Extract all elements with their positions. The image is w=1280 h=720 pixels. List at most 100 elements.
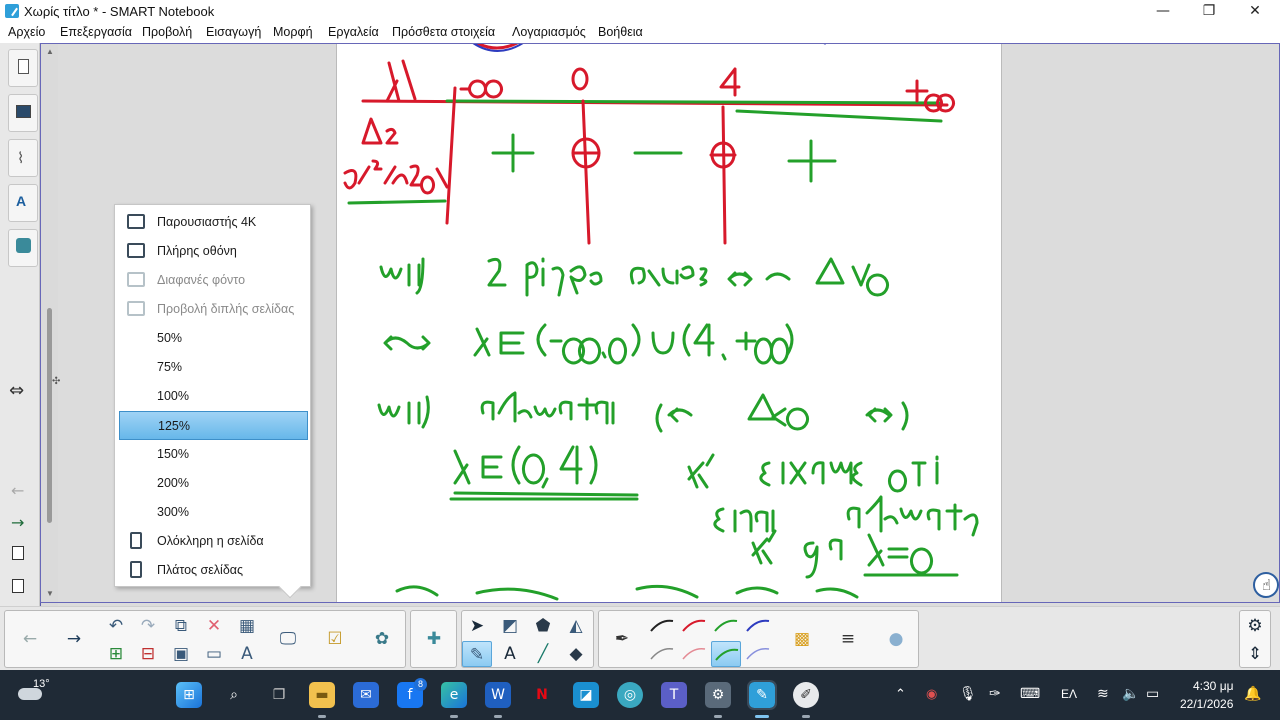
pen-blue-thin[interactable] [743, 613, 773, 639]
table-icon[interactable]: ▦ [232, 613, 262, 639]
notifications-icon[interactable]: 🔔 [1244, 685, 1261, 702]
scroll-up-icon[interactable]: ▲ [46, 47, 54, 56]
shapes-icon[interactable]: ◩ [495, 613, 525, 639]
zoom-item-50[interactable]: 50% [119, 324, 308, 353]
teams-icon[interactable]: T [661, 682, 687, 708]
text-icon[interactable]: A [495, 641, 525, 667]
scroll-thumb[interactable] [47, 308, 52, 523]
file-explorer-icon[interactable]: ▬ [309, 682, 335, 708]
move-toolbar-icon[interactable]: ⇕ [1240, 641, 1270, 667]
wifi-icon[interactable]: ≋ [1097, 685, 1109, 702]
weather-widget[interactable]: 13° [18, 678, 50, 708]
gallery-tab[interactable] [8, 94, 38, 132]
text-recognition-icon[interactable]: A [232, 641, 262, 667]
eraser-icon[interactable]: ◆ [561, 641, 591, 667]
zoom-item-fullscreen[interactable]: Πλήρης οθόνη [119, 237, 308, 266]
polygon-icon[interactable]: ⬟ [528, 613, 558, 639]
minimize-button[interactable]: — [1140, 0, 1186, 23]
zoom-item-100[interactable]: 100% [119, 382, 308, 411]
page-sorter-tab[interactable] [8, 49, 38, 87]
pen-blue-thick[interactable] [743, 641, 773, 667]
smart-notebook-taskbar-icon[interactable]: ✎ [747, 680, 777, 710]
zoom-item-300[interactable]: 300% [119, 498, 308, 527]
pen-type-icon[interactable]: ✒ [607, 626, 637, 652]
app-icon[interactable]: ⚙ [705, 682, 731, 708]
menu-insert[interactable]: Εισαγωγή [206, 25, 261, 39]
security-icon[interactable]: ◉ [926, 686, 937, 702]
response-icon[interactable]: ☑ [320, 626, 350, 652]
zoom-item-125[interactable]: 125% [119, 411, 308, 440]
previous-page-icon[interactable]: ← [15, 626, 45, 652]
pen-app-icon[interactable]: ✐ [793, 682, 819, 708]
open-file-icon[interactable]: ⧉ [166, 613, 196, 639]
word-icon[interactable]: W [485, 682, 511, 708]
pen-black-thin[interactable] [647, 613, 677, 639]
delete-page-icon[interactable]: ⊟ [133, 641, 163, 667]
clock-time[interactable]: 4:30 μμ [1193, 679, 1234, 693]
menu-tools[interactable]: Εργαλεία [328, 25, 379, 39]
add-page-icon[interactable] [12, 546, 24, 560]
color-palette-icon[interactable]: ▩ [787, 626, 817, 652]
save-icon[interactable]: ▣ [166, 641, 196, 667]
pen-black-thick[interactable] [647, 641, 677, 667]
volume-icon[interactable]: 🔈 [1122, 685, 1139, 702]
settings-gear-icon[interactable]: ⚙ [1240, 613, 1270, 639]
pen-menu-icon[interactable]: ✑ [989, 685, 1001, 702]
menu-format[interactable]: Μορφή [273, 25, 313, 39]
forward-arrow-icon[interactable]: → [11, 513, 24, 532]
resize-handle-icon[interactable]: ✣ [52, 376, 60, 387]
outlook-icon[interactable]: ✉ [353, 682, 379, 708]
next-page-icon[interactable]: → [59, 626, 89, 652]
pen-green-thick[interactable] [711, 641, 741, 667]
display-options-icon[interactable]: 🖵 [273, 626, 303, 652]
start-windows-icon[interactable]: ⊞ [176, 682, 202, 708]
select-icon[interactable]: ➤ [462, 613, 492, 639]
sidebar-scrollbar[interactable]: ▲ ▼ [40, 43, 58, 606]
maximize-button[interactable]: ❐ [1186, 0, 1232, 23]
show-hidden-icons-icon[interactable]: ⌃ [895, 686, 906, 702]
menu-account[interactable]: Λογαριασμός [512, 25, 586, 39]
battery-icon[interactable]: ▭ [1146, 685, 1159, 702]
redo-icon[interactable]: ↷ [133, 613, 163, 639]
line-icon[interactable]: ╱ [528, 641, 558, 667]
undo-icon[interactable]: ↶ [101, 613, 131, 639]
photos-icon[interactable]: ◪ [573, 682, 599, 708]
move-sidebar-icon[interactable]: ⇔ [9, 380, 24, 401]
menu-addons[interactable]: Πρόσθετα στοιχεία [392, 25, 495, 39]
delete-icon[interactable]: ✕ [199, 613, 229, 639]
addons-tab[interactable] [8, 229, 38, 267]
scroll-down-icon[interactable]: ▼ [46, 589, 54, 598]
screen-shade-icon[interactable]: ▭ [199, 641, 229, 667]
clock-date[interactable]: 22/1/2026 [1180, 697, 1233, 711]
zoom-item-4k-presenter[interactable]: Παρουσιαστής 4K [119, 208, 308, 237]
search-icon[interactable]: ⌕ [221, 682, 247, 708]
media-player-icon[interactable]: ◎ [617, 682, 643, 708]
pen-red-thin[interactable] [679, 613, 709, 639]
menu-view[interactable]: Προβολή [142, 25, 192, 39]
menu-edit[interactable]: Επεξεργασία [60, 25, 132, 39]
microphone-icon[interactable]: 🎙 [959, 685, 977, 702]
zoom-item-page-width[interactable]: Πλάτος σελίδας [119, 556, 308, 585]
fill-effects-icon[interactable]: ● [881, 626, 911, 652]
zoom-item-150[interactable]: 150% [119, 440, 308, 469]
netflix-icon[interactable]: N [529, 682, 555, 708]
notebook-page-canvas[interactable] [336, 43, 1002, 603]
delete-page-icon[interactable] [12, 579, 24, 593]
properties-tab[interactable]: A [8, 184, 38, 222]
zoom-item-75[interactable]: 75% [119, 353, 308, 382]
input-language-label[interactable]: ΕΛ [1061, 687, 1077, 701]
zoom-item-whole-page[interactable]: Ολόκληρη η σελίδα [119, 527, 308, 556]
zoom-item-200[interactable]: 200% [119, 469, 308, 498]
puzzle-icon[interactable]: ✚ [419, 626, 449, 652]
menu-help[interactable]: Βοήθεια [598, 25, 643, 39]
pens-icon[interactable]: ✎ [462, 641, 492, 667]
task-view-icon[interactable]: ❐ [266, 682, 292, 708]
back-arrow-icon[interactable]: ← [11, 481, 24, 500]
menu-file[interactable]: Αρχείο [8, 25, 45, 39]
lab-activity-icon[interactable]: ✿ [367, 626, 397, 652]
fill-icon[interactable]: ◭ [561, 613, 591, 639]
edge-browser-icon[interactable]: e [441, 682, 467, 708]
attachments-tab[interactable]: ⌇ [8, 139, 38, 177]
add-page-icon[interactable]: ⊞ [101, 641, 131, 667]
pen-green-thin[interactable] [711, 613, 741, 639]
